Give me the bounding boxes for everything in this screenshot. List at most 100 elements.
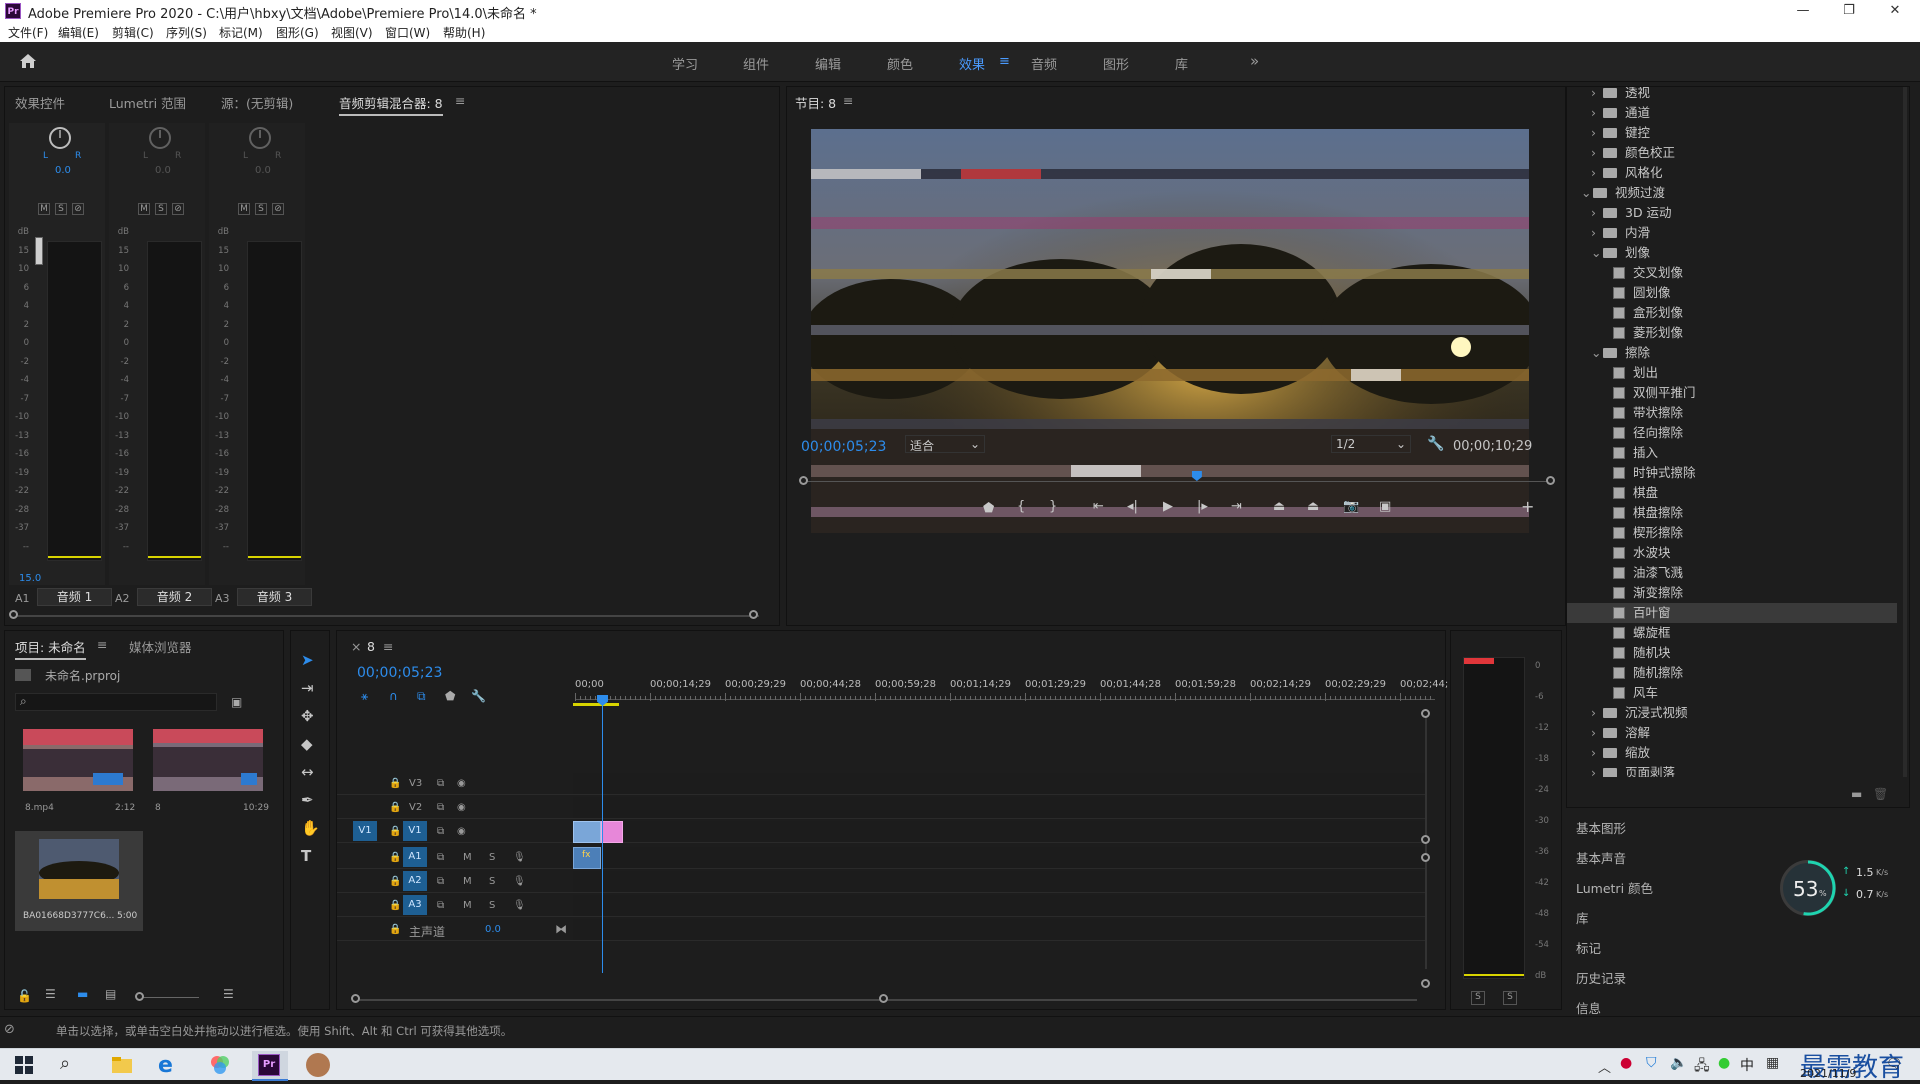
lane-v3[interactable] (573, 773, 1425, 795)
project-menu-icon[interactable]: ≡ (97, 637, 107, 652)
panel-history[interactable]: 历史记录 (1576, 968, 1908, 987)
more-workspaces-icon[interactable]: » (1250, 52, 1259, 70)
vscroll-handle-top[interactable] (1421, 709, 1430, 718)
scrubber-start-handle[interactable] (799, 476, 808, 485)
sync-lock-icon[interactable]: ⧉ (437, 778, 444, 789)
lift-icon[interactable]: ⏏ (1273, 499, 1285, 514)
sort-icon[interactable]: ☰ (223, 987, 234, 1001)
button-editor-icon[interactable]: + (1521, 497, 1534, 516)
project-search-input[interactable]: ⌕ (15, 693, 217, 711)
time-ruler[interactable]: 00;00 00;00;14;29 00;00;29;29 00;00;44;28 00… (575, 675, 1448, 705)
timeline-menu-icon[interactable]: ≡ (383, 639, 393, 654)
timeline-timecode[interactable]: 00;00;05;23 (357, 665, 442, 681)
eye-icon[interactable]: ◉ (457, 802, 466, 813)
panel-libraries[interactable]: 库 (1576, 908, 1908, 927)
home-icon[interactable] (18, 52, 38, 70)
lane-v2[interactable] (573, 797, 1425, 819)
lane-a1[interactable]: fx (573, 847, 1425, 869)
track-target-a1[interactable]: A1 (403, 847, 427, 867)
effect-item[interactable]: 时钟式擦除 (1567, 463, 1897, 483)
network-speed-widget[interactable]: 53 % (1780, 860, 1836, 916)
add-marker-icon[interactable]: ⬟ (445, 689, 455, 703)
panel-markers[interactable]: 标记 (1576, 938, 1908, 957)
panel-essential-graphics[interactable]: 基本图形 (1576, 818, 1908, 837)
chevron-right-icon[interactable]: › (1591, 103, 1603, 123)
playback-resolution-select[interactable]: 1/2 ⌄ (1331, 435, 1411, 453)
color-app-icon[interactable] (208, 1053, 232, 1077)
chevron-right-icon[interactable]: › (1591, 743, 1603, 763)
effects-folder[interactable]: › 透视 (1567, 87, 1897, 103)
effects-folder[interactable]: › 页面剥落 (1567, 763, 1897, 777)
chevron-right-icon[interactable]: › (1591, 703, 1603, 723)
menu-clip[interactable]: 剪辑(C) (112, 24, 154, 41)
fader-value[interactable]: 15.0 (19, 573, 41, 584)
tray-overflow-icon[interactable]: ︿ (1598, 1057, 1611, 1076)
lane-master[interactable] (573, 919, 1425, 941)
close-sequence-icon[interactable]: × (351, 639, 361, 654)
hscroll-handle-left[interactable] (351, 994, 360, 1003)
effect-item[interactable]: 百叶窗 (1567, 603, 1897, 623)
solo-button[interactable]: S (255, 203, 267, 215)
program-scrubber[interactable] (799, 471, 1555, 487)
lane-a2[interactable] (573, 871, 1425, 893)
chevron-down-icon[interactable]: ⌄ (1591, 243, 1603, 263)
video-clip[interactable] (573, 821, 601, 843)
menu-edit[interactable]: 编辑(E) (58, 24, 99, 41)
windows-start-icon[interactable] (12, 1053, 36, 1077)
channel-name-3[interactable]: 音频 3 (237, 588, 312, 606)
mute-button[interactable]: M (138, 203, 150, 215)
effects-folder[interactable]: › 颜色校正 (1567, 143, 1897, 163)
snap-icon[interactable]: ∩ (389, 689, 398, 703)
menu-file[interactable]: 文件(F) (8, 24, 48, 41)
freeform-view-icon[interactable]: ▤ (105, 987, 116, 1001)
new-search-bin-icon[interactable]: ▣ (231, 695, 242, 709)
tray-app-icon[interactable]: ● (1620, 1055, 1632, 1071)
sync-lock-icon[interactable]: ⧉ (437, 852, 444, 863)
timeline-playhead[interactable] (602, 705, 603, 973)
record-button[interactable]: ⊘ (72, 203, 84, 215)
mute-track-button[interactable]: M (463, 900, 472, 911)
track-target-v1[interactable]: V1 (403, 821, 427, 841)
chevron-right-icon[interactable]: › (1591, 203, 1603, 223)
zoom-slider-handle[interactable] (135, 992, 144, 1001)
maximize-icon[interactable]: ❐ (1826, 0, 1872, 22)
pan-knob[interactable] (249, 127, 271, 149)
chevron-right-icon[interactable]: › (1591, 123, 1603, 143)
workspace-color[interactable]: 颜色 (887, 54, 913, 73)
chevron-right-icon[interactable]: › (1591, 143, 1603, 163)
workspace-learn[interactable]: 学习 (672, 54, 698, 73)
workspace-menu-icon[interactable]: ≡ (999, 54, 1010, 69)
user-avatar-icon[interactable] (306, 1053, 330, 1077)
tab-effect-controls[interactable]: 效果控件 (15, 93, 65, 112)
mute-button[interactable]: M (38, 203, 50, 215)
selection-tool-icon[interactable]: ➤ (301, 651, 314, 669)
playhead-marker[interactable] (1191, 471, 1202, 481)
nest-icon[interactable]: ⚹ (361, 689, 368, 704)
icon-view-icon[interactable]: ▬ (77, 987, 88, 1001)
vscroll-handle-mid[interactable] (1421, 835, 1430, 844)
scroll-handle-left[interactable] (9, 610, 18, 619)
ripple-edit-tool-icon[interactable]: ✥ (301, 707, 314, 725)
chevron-right-icon[interactable]: › (1591, 87, 1603, 103)
zoom-fit-select[interactable]: 适合 ⌄ (905, 435, 985, 453)
lock-icon[interactable]: 🔓 (17, 989, 32, 1003)
mute-track-button[interactable]: M (463, 876, 472, 887)
mark-in-icon[interactable]: { (1017, 499, 1025, 514)
record-button[interactable]: ⊘ (172, 203, 184, 215)
eye-icon[interactable]: ◉ (457, 778, 466, 789)
effect-item[interactable]: 随机块 (1567, 643, 1897, 663)
work-area-bar[interactable] (573, 703, 619, 706)
wrench-icon[interactable]: 🔧 (1427, 436, 1444, 452)
effects-folder[interactable]: ⌄ 擦除 (1567, 343, 1897, 363)
close-icon[interactable]: ✕ (1872, 0, 1918, 22)
effect-item[interactable]: 圆划像 (1567, 283, 1897, 303)
menu-marker[interactable]: 标记(M) (219, 24, 263, 41)
effect-item[interactable]: 油漆飞溅 (1567, 563, 1897, 583)
microphone-icon[interactable]: 🎙 (513, 852, 526, 863)
chevron-right-icon[interactable]: › (1591, 223, 1603, 243)
track-target-a3[interactable]: A3 (403, 895, 427, 915)
panel-essential-sound[interactable]: 基本声音 (1576, 848, 1908, 867)
effects-folder[interactable]: ⌄ 划像 (1567, 243, 1897, 263)
solo-right-button[interactable]: S (1503, 991, 1517, 1005)
input-language[interactable]: 中 (1740, 1055, 1754, 1075)
